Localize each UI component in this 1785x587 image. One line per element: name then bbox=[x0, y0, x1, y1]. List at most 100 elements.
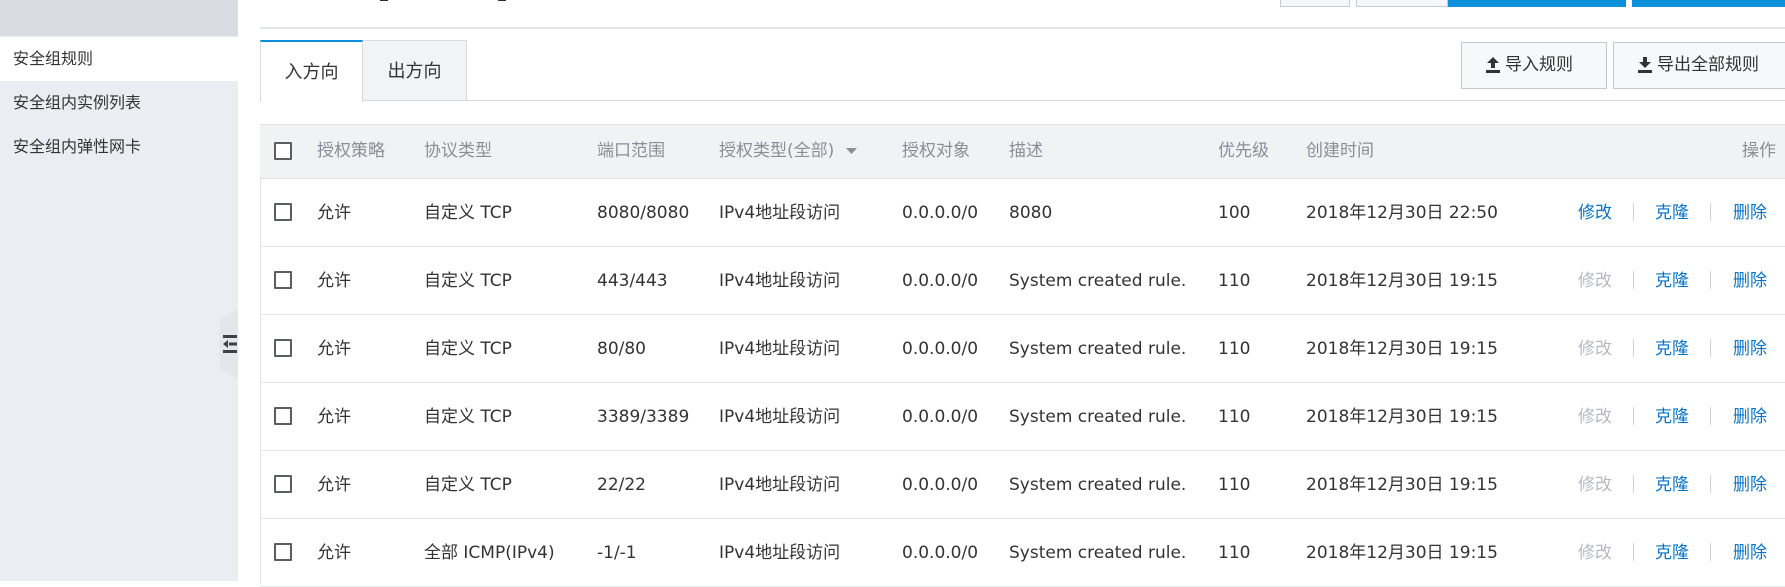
cell-created: 2018年12月30日 19:15 bbox=[1306, 543, 1498, 563]
header-title-fragment bbox=[380, 0, 506, 1]
cell-auth-type: IPv4地址段访问 bbox=[719, 203, 841, 223]
export-all-rules-button[interactable]: 导出全部规则 bbox=[1613, 42, 1785, 89]
cell-priority: 110 bbox=[1218, 475, 1251, 495]
import-rules-label: 导入规则 bbox=[1505, 55, 1573, 75]
cell-policy: 允许 bbox=[317, 271, 351, 291]
sidebar: 安全组规则 安全组内实例列表 安全组内弹性网卡 bbox=[0, 0, 238, 581]
sidebar-item-instance-list[interactable]: 安全组内实例列表 bbox=[0, 81, 238, 125]
cell-policy: 允许 bbox=[317, 407, 351, 427]
header-primary-button[interactable] bbox=[1448, 0, 1626, 7]
table-header: 授权策略 协议类型 端口范围 授权类型(全部) 授权对象 描述 优先级 创建时间… bbox=[260, 124, 1785, 179]
header-button[interactable] bbox=[1280, 0, 1350, 7]
ops-separator bbox=[1633, 339, 1634, 357]
caret-down-icon bbox=[845, 147, 857, 154]
clone-link[interactable]: 克隆 bbox=[1655, 179, 1689, 247]
delete-link[interactable]: 删除 bbox=[1733, 247, 1767, 315]
row-checkbox[interactable] bbox=[274, 543, 292, 561]
sidebar-top-strip bbox=[0, 0, 238, 36]
clone-link[interactable]: 克隆 bbox=[1655, 519, 1689, 587]
clone-link[interactable]: 克隆 bbox=[1655, 247, 1689, 315]
table-row: 允许 自定义 TCP 443/443 IPv4地址段访问 0.0.0.0/0 S… bbox=[260, 247, 1785, 315]
cell-protocol: 自定义 TCP bbox=[424, 407, 512, 427]
col-header-priority: 优先级 bbox=[1218, 141, 1269, 161]
ops-separator bbox=[1710, 203, 1711, 221]
header-button[interactable] bbox=[1356, 0, 1448, 7]
row-checkbox[interactable] bbox=[274, 203, 292, 221]
ops-separator bbox=[1633, 203, 1634, 221]
col-header-protocol: 协议类型 bbox=[424, 141, 492, 161]
cell-protocol: 自定义 TCP bbox=[424, 271, 512, 291]
sidebar-item-security-group-rules[interactable]: 安全组规则 bbox=[0, 37, 238, 81]
cell-description: System created rule. bbox=[1009, 271, 1187, 291]
delete-link[interactable]: 删除 bbox=[1733, 451, 1767, 519]
table-row: 允许 自定义 TCP 80/80 IPv4地址段访问 0.0.0.0/0 Sys… bbox=[260, 315, 1785, 383]
cell-description: System created rule. bbox=[1009, 339, 1187, 359]
tab-outbound[interactable]: 出方向 bbox=[363, 40, 467, 101]
edit-link: 修改 bbox=[1578, 271, 1612, 291]
auth-type-filter-label: 授权类型(全部) bbox=[719, 141, 835, 161]
tab-inbound[interactable]: 入方向 bbox=[260, 40, 363, 102]
ops-separator bbox=[1710, 475, 1711, 493]
cell-policy: 允许 bbox=[317, 339, 351, 359]
ops-separator bbox=[1710, 339, 1711, 357]
cell-target: 0.0.0.0/0 bbox=[902, 407, 979, 427]
delete-link[interactable]: 删除 bbox=[1733, 519, 1767, 587]
cell-policy: 允许 bbox=[317, 543, 351, 563]
cell-description: System created rule. bbox=[1009, 543, 1187, 563]
collapse-sidebar-icon[interactable] bbox=[222, 333, 238, 355]
clone-link[interactable]: 克隆 bbox=[1655, 383, 1689, 451]
ops-separator bbox=[1633, 271, 1634, 289]
cell-port: 443/443 bbox=[597, 271, 668, 291]
col-header-port: 端口范围 bbox=[597, 141, 665, 161]
tab-baseline bbox=[260, 100, 1785, 101]
delete-link[interactable]: 删除 bbox=[1733, 179, 1767, 247]
edit-link[interactable]: 修改 bbox=[1578, 179, 1612, 247]
cell-auth-type: IPv4地址段访问 bbox=[719, 271, 841, 291]
delete-link[interactable]: 删除 bbox=[1733, 315, 1767, 383]
ops-separator bbox=[1710, 407, 1711, 425]
ops-separator bbox=[1633, 475, 1634, 493]
table-row: 允许 自定义 TCP 8080/8080 IPv4地址段访问 0.0.0.0/0… bbox=[260, 179, 1785, 247]
export-all-rules-label: 导出全部规则 bbox=[1657, 55, 1759, 75]
import-rules-button[interactable]: 导入规则 bbox=[1461, 42, 1607, 89]
clone-link[interactable]: 克隆 bbox=[1655, 315, 1689, 383]
cell-port: 8080/8080 bbox=[597, 203, 690, 223]
cell-created: 2018年12月30日 19:15 bbox=[1306, 407, 1498, 427]
col-header-policy: 授权策略 bbox=[317, 141, 385, 161]
cell-protocol: 自定义 TCP bbox=[424, 339, 512, 359]
cell-auth-type: IPv4地址段访问 bbox=[719, 339, 841, 359]
rules-table: 授权策略 协议类型 端口范围 授权类型(全部) 授权对象 描述 优先级 创建时间… bbox=[260, 124, 1785, 587]
cell-port: -1/-1 bbox=[597, 543, 637, 563]
cell-policy: 允许 bbox=[317, 203, 351, 223]
cell-priority: 110 bbox=[1218, 339, 1251, 359]
cell-created: 2018年12月30日 22:50 bbox=[1306, 203, 1498, 223]
col-header-ops: 操作 bbox=[1742, 141, 1776, 161]
cell-protocol: 自定义 TCP bbox=[424, 203, 512, 223]
col-header-auth-type[interactable]: 授权类型(全部) bbox=[719, 125, 857, 178]
cell-created: 2018年12月30日 19:15 bbox=[1306, 475, 1498, 495]
cell-auth-type: IPv4地址段访问 bbox=[719, 407, 841, 427]
row-checkbox[interactable] bbox=[274, 339, 292, 357]
delete-link[interactable]: 删除 bbox=[1733, 383, 1767, 451]
sidebar-item-elastic-nic[interactable]: 安全组内弹性网卡 bbox=[0, 125, 238, 169]
cell-target: 0.0.0.0/0 bbox=[902, 271, 979, 291]
cell-created: 2018年12月30日 19:15 bbox=[1306, 339, 1498, 359]
edit-link: 修改 bbox=[1578, 339, 1612, 359]
clone-link[interactable]: 克隆 bbox=[1655, 451, 1689, 519]
table-row: 允许 自定义 TCP 22/22 IPv4地址段访问 0.0.0.0/0 Sys… bbox=[260, 451, 1785, 519]
cell-priority: 110 bbox=[1218, 271, 1251, 291]
cell-target: 0.0.0.0/0 bbox=[902, 475, 979, 495]
col-header-target: 授权对象 bbox=[902, 141, 970, 161]
row-checkbox[interactable] bbox=[274, 271, 292, 289]
cell-port: 22/22 bbox=[597, 475, 646, 495]
col-header-description: 描述 bbox=[1009, 141, 1043, 161]
select-all-checkbox[interactable] bbox=[274, 142, 292, 160]
table-row: 允许 自定义 TCP 3389/3389 IPv4地址段访问 0.0.0.0/0… bbox=[260, 383, 1785, 451]
cell-protocol: 全部 ICMP(IPv4) bbox=[424, 543, 555, 563]
cell-auth-type: IPv4地址段访问 bbox=[719, 543, 841, 563]
cell-target: 0.0.0.0/0 bbox=[902, 543, 979, 563]
header-primary-button[interactable] bbox=[1632, 0, 1785, 7]
ops-separator bbox=[1710, 543, 1711, 561]
row-checkbox[interactable] bbox=[274, 407, 292, 425]
row-checkbox[interactable] bbox=[274, 475, 292, 493]
